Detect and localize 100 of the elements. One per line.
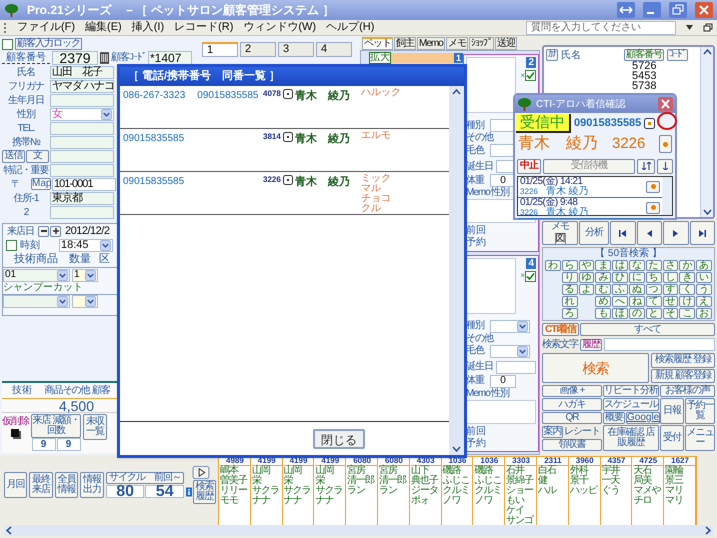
field-label: Memo (466, 188, 490, 198)
phone-number: 09015835585 (123, 175, 184, 189)
card-text: 景綿子 (506, 476, 534, 486)
list-cell-text: 5726 (631, 61, 656, 71)
card-text: ふじこ (474, 476, 502, 486)
field-label: 性別 (16, 108, 36, 122)
call-time: 01/25(金) 14:21 (520, 176, 582, 186)
card-text: ジータ (410, 486, 439, 496)
card-text: 曽美子 (220, 476, 248, 486)
card-text: ショー (506, 486, 534, 496)
field-label: TEL. (16, 122, 36, 136)
column-header: 技術 (11, 384, 33, 398)
card-text: 山岡 (284, 466, 303, 476)
card-text: チロ (633, 496, 652, 506)
card-text: 健 (538, 476, 548, 486)
customer-code: 3226 (263, 174, 281, 186)
pet-number: 4 (526, 258, 536, 268)
card-code: 2311 (538, 457, 568, 466)
call-name: 青木 綾乃 (546, 186, 589, 196)
card-code: 4357 (602, 457, 632, 466)
column-header: 商品その他 (44, 384, 91, 398)
dialog-title: CTI-アロハ着信確認 (536, 98, 626, 112)
field-label: 体重 (466, 176, 486, 186)
card-text: サンゴ (506, 516, 535, 526)
card-text: ナナ (252, 496, 272, 506)
card-text: マリ (665, 486, 684, 496)
card-text: クルミ (474, 486, 502, 496)
pet-name: チョコ (361, 194, 391, 204)
card-text: サクラ (284, 486, 312, 496)
card-text: マメや (633, 486, 662, 496)
field-label: Memo (466, 388, 490, 398)
pet-name: マル (361, 184, 382, 194)
card-text: 局美 (633, 476, 652, 486)
card-text: 石井 (506, 466, 524, 476)
field-label: 来店日 (7, 224, 35, 238)
card-text: ハッピ (570, 486, 598, 496)
card-text: ノワ (442, 496, 462, 506)
field-label: 性別 (490, 188, 509, 198)
list-cell-text: 5738 (631, 81, 656, 91)
card-text: 山下 (410, 466, 430, 476)
pet-name: エルモ (361, 131, 391, 141)
pet-number: 1 (454, 52, 463, 62)
phone-number: 086-267-3323 (123, 89, 186, 103)
status-badge: 受信中 (516, 114, 571, 133)
field-label: 毛色 (466, 346, 486, 356)
remove-mark: × (520, 272, 525, 280)
call-name: 青木 綾乃 (546, 208, 589, 218)
card-text: ケイ (506, 506, 524, 516)
card-text: サクラ (315, 486, 344, 496)
field-label: 〒 (10, 178, 22, 192)
field-label: 2 (22, 206, 30, 220)
phone-number: 09015835585 (123, 132, 184, 146)
field-label: 前回 (466, 426, 486, 436)
customer-code: 3814 (263, 131, 281, 143)
field-label: その他 (466, 334, 493, 344)
field-label: 携帯№ (11, 136, 42, 150)
card-text: ラン (378, 486, 398, 496)
card-code: 3303 (506, 457, 536, 466)
panel-title: 【 50音検索 】 (594, 248, 663, 259)
field-label: 毛色 (466, 146, 486, 156)
field-label: 前回 (466, 225, 486, 236)
delete-label: 仮削除 (2, 414, 29, 429)
lock-label: 顧客入力ロック (15, 38, 82, 50)
card-text: 山岡 (315, 466, 334, 476)
card-code: 1627 (665, 457, 695, 466)
card-text: 栄 (252, 476, 262, 486)
column-header: 技術商品 (13, 252, 59, 268)
card-text: ナナ (284, 496, 303, 506)
column-header: 区 (99, 252, 110, 268)
card-text: 嶋本 (220, 466, 238, 476)
caller-code: 3226 (612, 134, 646, 154)
card-text: ラン (347, 486, 366, 496)
card-text: 景三 (665, 476, 684, 486)
customer-name: 青木 綾乃 (295, 132, 351, 147)
field-label: 住所-1 (12, 192, 40, 206)
card-text: 外科 (570, 466, 590, 476)
field-label: フリガナ (7, 80, 46, 94)
date-value: 2012/12/2 (65, 224, 110, 239)
receipt-label: レシート (564, 425, 600, 438)
card-text: もい (506, 496, 526, 506)
card-text: マリ (665, 496, 684, 506)
card-code: 1036 (474, 457, 504, 466)
item-name: シャンプーカット (3, 282, 84, 294)
card-code: 4725 (633, 457, 664, 466)
pet-name: クル (361, 204, 382, 214)
field-label: 体重 (466, 376, 486, 386)
card-text: サクラ (252, 486, 280, 496)
card-text: 磯路 (442, 466, 462, 476)
card-text: 白石 (538, 466, 558, 476)
call-code: 3226 (520, 186, 538, 196)
field-label: 特記・重要 (2, 164, 50, 178)
field-label: 生年月日 (7, 94, 45, 108)
call-code: 3226 (520, 208, 538, 218)
field-label: 予約 (466, 237, 486, 248)
card-text: 山岡 (252, 466, 271, 476)
card-text: ハル (538, 486, 558, 496)
card-text: 清一郎 (347, 476, 376, 486)
card-text: 天石 (633, 466, 653, 476)
field-label: 顧客ｺｰﾄﾞ (111, 50, 146, 65)
card-text: 磯路 (474, 466, 494, 476)
